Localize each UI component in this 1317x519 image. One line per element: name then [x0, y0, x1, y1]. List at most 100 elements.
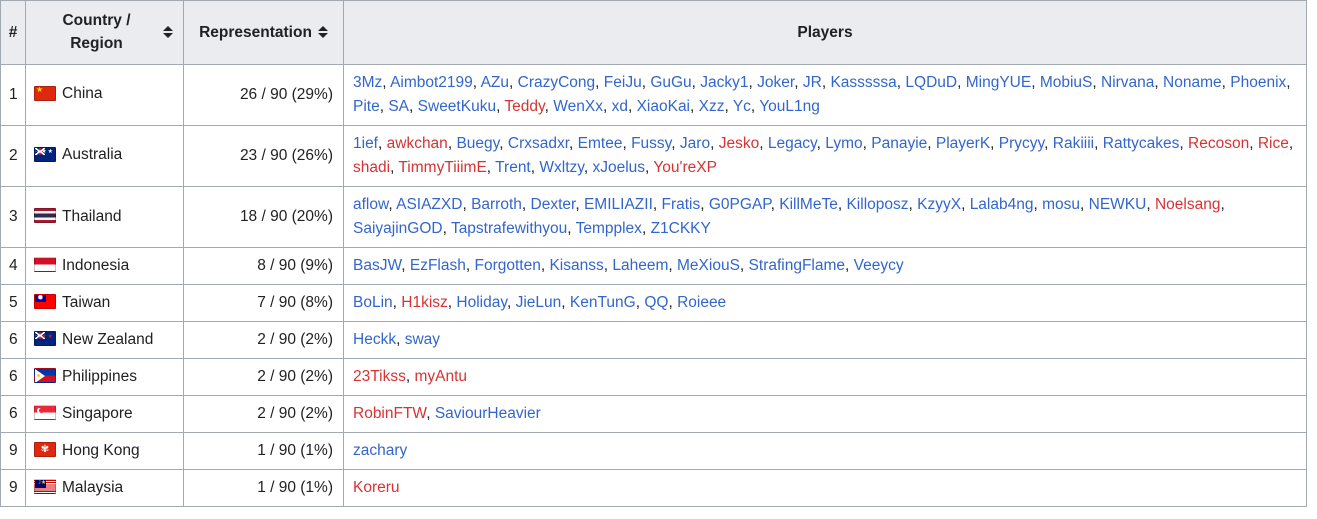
player-link[interactable]: SA	[388, 98, 409, 115]
player-link[interactable]: EMILIAZII	[584, 196, 653, 213]
player-link[interactable]: Lymo	[825, 135, 862, 152]
player-link[interactable]: Fratis	[662, 196, 701, 213]
column-header-country-region[interactable]: Country / Region	[25, 0, 184, 65]
player-link[interactable]: Prycyy	[999, 135, 1044, 152]
player-link[interactable]: mosu	[1042, 196, 1080, 213]
player-link[interactable]: Z1CKKY	[651, 220, 711, 237]
sort-icon-country-region[interactable]	[163, 24, 173, 40]
player-link[interactable]: YouL1ng	[759, 98, 820, 115]
player-link[interactable]: MingYUE	[966, 74, 1031, 91]
player-link[interactable]: SweetKuku	[418, 98, 496, 115]
player-link[interactable]: XiaoKai	[637, 98, 690, 115]
player-link[interactable]: Forgotten	[474, 257, 540, 274]
player-link[interactable]: Fussy	[631, 135, 671, 152]
player-link[interactable]: Wxltzy	[539, 159, 583, 176]
player-link[interactable]: Crxsadxr	[508, 135, 569, 152]
player-link[interactable]: Jesko	[719, 135, 760, 152]
player-link[interactable]: MobiuS	[1040, 74, 1093, 91]
player-link[interactable]: JieLun	[516, 294, 562, 311]
column-header-representation[interactable]: Representation	[183, 0, 344, 65]
player-link[interactable]: MeXiouS	[677, 257, 740, 274]
player-link[interactable]: 3Mz	[353, 74, 382, 91]
player-link[interactable]: Aimbot2199	[390, 74, 473, 91]
player-link[interactable]: Noelsang	[1155, 196, 1221, 213]
player-link[interactable]: Heckk	[353, 331, 396, 348]
player-link[interactable]: Jaro	[680, 135, 710, 152]
player-link[interactable]: Roieee	[677, 294, 726, 311]
player-link[interactable]: Veeycy	[854, 257, 904, 274]
player-link[interactable]: QQ	[644, 294, 668, 311]
player-link[interactable]: EzFlash	[410, 257, 466, 274]
player-link[interactable]: Teddy	[504, 98, 544, 115]
player-link[interactable]: SaiyajinGOD	[353, 220, 443, 237]
player-link[interactable]: WenXx	[553, 98, 603, 115]
player-link[interactable]: Recoson	[1188, 135, 1249, 152]
flag-thailand-icon	[34, 207, 56, 223]
player-link[interactable]: You'reXP	[653, 159, 717, 176]
player-link[interactable]: Buegy	[456, 135, 499, 152]
player-link[interactable]: xJoelus	[592, 159, 645, 176]
player-link[interactable]: Pite	[353, 98, 380, 115]
sort-icon-representation[interactable]	[317, 24, 328, 40]
player-link[interactable]: H1kisz	[401, 294, 448, 311]
player-link[interactable]: Trent	[495, 159, 531, 176]
player-link[interactable]: G0PGAP	[709, 196, 771, 213]
player-link[interactable]: Panayie	[871, 135, 927, 152]
player-link[interactable]: NEWKU	[1089, 196, 1147, 213]
country-name: Thailand	[62, 207, 122, 225]
cell-players: 3Mz, Aimbot2199, AZu, CrazyCong, FeiJu, …	[343, 63, 1307, 126]
player-link[interactable]: aflow	[353, 196, 388, 213]
player-link[interactable]: Dexter	[531, 196, 576, 213]
player-separator: ,	[652, 195, 662, 213]
player-link[interactable]: Rice	[1258, 135, 1289, 152]
player-link[interactable]: Barroth	[471, 196, 522, 213]
player-link[interactable]: Rakiiii	[1053, 135, 1094, 152]
player-link[interactable]: FeiJu	[604, 74, 642, 91]
player-link[interactable]: KzyyX	[917, 196, 961, 213]
player-link[interactable]: xd	[612, 98, 628, 115]
player-link[interactable]: CrazyCong	[518, 74, 596, 91]
player-link[interactable]: Phoenix	[1230, 74, 1286, 91]
player-link[interactable]: Legacy	[768, 135, 817, 152]
player-link[interactable]: 1ief	[353, 135, 378, 152]
player-link[interactable]: Joker	[757, 74, 794, 91]
player-link[interactable]: ASIAZXD	[396, 196, 462, 213]
player-link[interactable]: Tempplex	[576, 220, 642, 237]
player-link[interactable]: Jacky1	[700, 74, 748, 91]
player-link[interactable]: SaviourHeavier	[435, 405, 541, 422]
player-link[interactable]: Emtee	[578, 135, 623, 152]
player-link[interactable]: KillMeTe	[779, 196, 838, 213]
player-link[interactable]: Yc	[733, 98, 751, 115]
player-link[interactable]: Kisanss	[549, 257, 603, 274]
player-link[interactable]: PlayerK	[936, 135, 990, 152]
player-link[interactable]: Holiday	[456, 294, 507, 311]
player-link[interactable]: Laheem	[612, 257, 668, 274]
player-link[interactable]: Koreru	[353, 479, 400, 496]
player-link[interactable]: 23Tikss	[353, 368, 406, 385]
column-header-representation-label: Representation	[199, 23, 312, 41]
player-link[interactable]: GuGu	[650, 74, 691, 91]
player-link[interactable]: zachary	[353, 442, 407, 459]
player-link[interactable]: myAntu	[414, 368, 467, 385]
player-link[interactable]: awkchan	[387, 135, 448, 152]
player-link[interactable]: sway	[405, 331, 440, 348]
player-link[interactable]: Tapstrafewithyou	[451, 220, 567, 237]
player-link[interactable]: BoLin	[353, 294, 393, 311]
player-link[interactable]: BasJW	[353, 257, 401, 274]
player-link[interactable]: TimmyTiiimE	[398, 159, 486, 176]
player-link[interactable]: KenTunG	[570, 294, 636, 311]
player-link[interactable]: Rattycakes	[1103, 135, 1180, 152]
player-link[interactable]: StrafingFlame	[749, 257, 845, 274]
player-link[interactable]: Killoposz	[846, 196, 908, 213]
player-separator: ,	[521, 195, 531, 213]
player-link[interactable]: Lalab4ng	[970, 196, 1034, 213]
player-link[interactable]: Xzz	[699, 98, 725, 115]
player-link[interactable]: LQDuD	[905, 74, 957, 91]
player-link[interactable]: JR	[803, 74, 822, 91]
player-link[interactable]: AZu	[481, 74, 509, 91]
player-link[interactable]: shadi	[353, 159, 390, 176]
player-link[interactable]: RobinFTW	[353, 405, 426, 422]
player-link[interactable]: Kasssssa	[830, 74, 896, 91]
player-link[interactable]: Noname	[1163, 74, 1222, 91]
player-link[interactable]: Nirvana	[1101, 74, 1154, 91]
